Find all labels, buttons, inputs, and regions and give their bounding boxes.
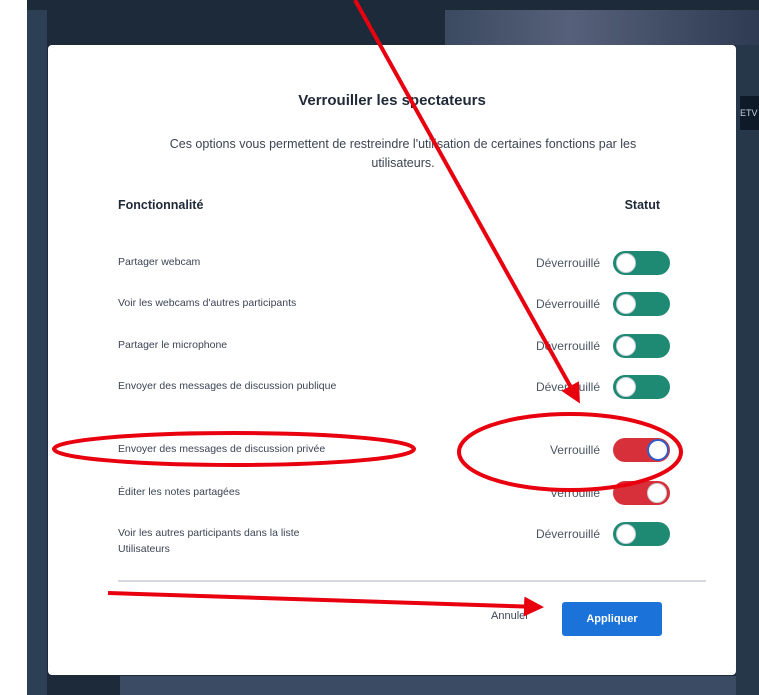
toggle-knob: [616, 294, 636, 314]
row-label: Envoyer des messages de discussion privé…: [118, 443, 326, 455]
lock-toggle[interactable]: [613, 375, 670, 399]
toggle-knob: [616, 336, 636, 356]
row-status: Déverrouillé: [535, 339, 600, 353]
toggle-knob: [647, 483, 667, 503]
backdrop-video: [445, 10, 759, 45]
toggle-knob: [616, 377, 636, 397]
row-status: Verrouillé: [549, 486, 600, 500]
cancel-button[interactable]: Annuler: [491, 610, 529, 622]
toggle-knob: [616, 524, 636, 544]
backdrop-footer: [120, 676, 736, 695]
row-status: Déverrouillé: [535, 297, 600, 311]
toggle-knob: [616, 253, 636, 273]
lock-toggle[interactable]: [613, 334, 670, 358]
video-label: ETV: [740, 96, 759, 130]
dialog-description: Ces options vous permettent de restreind…: [169, 137, 637, 170]
lock-toggle[interactable]: [613, 438, 670, 462]
lock-toggle[interactable]: [613, 481, 670, 505]
lock-toggle[interactable]: [613, 522, 670, 546]
lock-viewers-dialog: Verrouiller les spectateurs Ces options …: [48, 45, 736, 675]
row-status: Verrouillé: [549, 443, 600, 457]
lock-toggle[interactable]: [613, 292, 670, 316]
footer-divider: [118, 580, 706, 582]
row-label: Partager webcam: [118, 256, 201, 268]
row-status: Déverrouillé: [535, 527, 600, 541]
row-label: Éditer les notes partagées: [118, 486, 240, 498]
feature-column-header: Fonctionnalité: [118, 198, 204, 212]
lock-toggle[interactable]: [613, 251, 670, 275]
row-label: Voir les webcams d'autres participants: [118, 297, 297, 309]
row-label: Partager le microphone: [118, 339, 228, 351]
row-label: Envoyer des messages de discussion publi…: [118, 380, 337, 392]
row-status: Déverrouillé: [535, 380, 600, 394]
backdrop-sidebar: [27, 10, 47, 695]
row-status: Déverrouillé: [535, 256, 600, 270]
apply-button[interactable]: Appliquer: [562, 602, 662, 636]
row-label: Voir les autres participants dans la lis…: [118, 527, 300, 555]
toggle-knob: [647, 439, 669, 461]
dialog-title: Verrouiller les spectateurs: [298, 92, 486, 109]
status-column-header: Statut: [624, 198, 660, 212]
